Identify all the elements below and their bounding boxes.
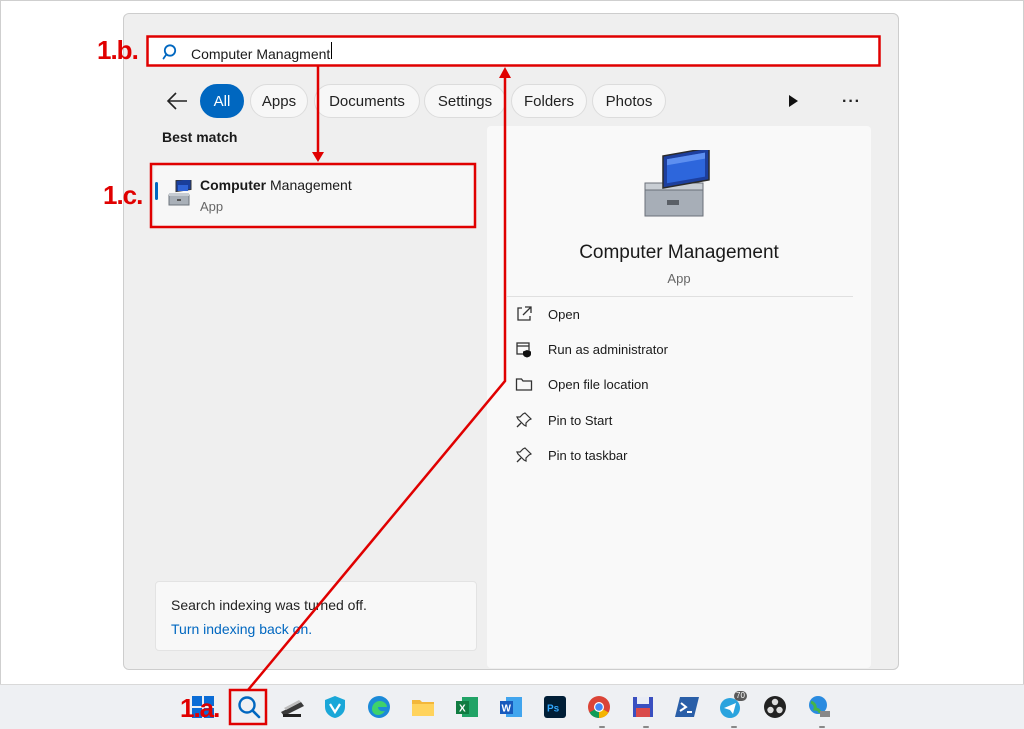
taskbar: X W Ps 70	[0, 684, 1024, 729]
step-label-1b: 1.b.	[97, 35, 139, 65]
tab-folders[interactable]: Folders	[511, 84, 587, 118]
result-type: App	[200, 199, 224, 214]
pin-icon	[516, 412, 533, 428]
detail-pane: Computer Management App Open Run as admi…	[487, 126, 871, 668]
tab-photos[interactable]: Photos	[592, 84, 666, 118]
turn-indexing-on-link[interactable]: Turn indexing back on.	[171, 621, 312, 637]
computer-management-icon	[168, 180, 192, 206]
file-explorer-icon[interactable]	[410, 694, 436, 720]
tab-documents[interactable]: Documents	[314, 84, 420, 118]
running-indicator	[643, 726, 649, 728]
taskbar-search-icon[interactable]	[236, 694, 262, 720]
detail-title: Computer Management	[579, 242, 779, 263]
excel-icon[interactable]: X	[454, 694, 480, 720]
indexing-message: Search indexing was turned off.	[171, 597, 367, 613]
admin-shield-icon	[516, 342, 531, 358]
result-title: Computer Management	[200, 177, 352, 193]
powershell-icon[interactable]	[674, 694, 700, 720]
running-indicator	[819, 726, 825, 728]
svg-text:Ps: Ps	[547, 704, 560, 715]
running-indicator	[731, 726, 737, 728]
best-match-heading: Best match	[162, 129, 238, 145]
filter-bar: All Apps Documents Settings Folders Phot…	[160, 83, 880, 119]
search-icon	[162, 43, 177, 59]
network-globe-icon[interactable]	[806, 694, 832, 720]
word-icon[interactable]: W	[498, 694, 524, 720]
more-options-icon[interactable]: ···	[842, 93, 861, 111]
computer-management-large-icon	[644, 150, 710, 217]
search-box[interactable]: Computer Managment	[148, 37, 880, 66]
open-external-icon	[517, 306, 532, 321]
folder-icon	[515, 378, 533, 391]
divider	[507, 296, 853, 297]
back-arrow-icon[interactable]	[166, 91, 188, 111]
detail-type: App	[667, 271, 691, 286]
indexing-notice: Search indexing was turned off. Turn ind…	[155, 581, 477, 651]
action-open[interactable]: Open	[515, 302, 845, 326]
save-disk-icon[interactable]	[630, 694, 656, 720]
edge-browser-icon[interactable]	[366, 694, 392, 720]
tab-apps[interactable]: Apps	[250, 84, 308, 118]
telegram-badge: 70	[734, 691, 747, 701]
selection-indicator	[155, 182, 158, 200]
step-label-1a: 1.a.	[180, 693, 220, 723]
tab-settings[interactable]: Settings	[424, 84, 506, 118]
step-label-1c: 1.c.	[103, 180, 143, 210]
obs-icon[interactable]	[762, 694, 788, 720]
chrome-icon[interactable]	[586, 694, 612, 720]
action-pin-to-taskbar[interactable]: Pin to taskbar	[515, 443, 845, 467]
scanner-app-icon[interactable]	[279, 694, 305, 720]
pin-icon	[516, 447, 533, 463]
search-input[interactable]: Computer Managment	[191, 41, 791, 62]
tab-all[interactable]: All	[200, 84, 244, 118]
play-icon[interactable]	[786, 94, 800, 108]
svg-text:W: W	[502, 704, 512, 715]
photoshop-icon[interactable]: Ps	[542, 694, 568, 720]
best-match-result[interactable]: Computer Management App	[154, 166, 474, 226]
svg-text:X: X	[459, 704, 466, 715]
action-pin-to-start[interactable]: Pin to Start	[515, 408, 845, 432]
vpn-shield-icon[interactable]	[322, 694, 348, 720]
action-open-file-location[interactable]: Open file location	[515, 372, 845, 396]
action-run-as-admin[interactable]: Run as administrator	[515, 337, 845, 361]
running-indicator	[599, 726, 605, 728]
